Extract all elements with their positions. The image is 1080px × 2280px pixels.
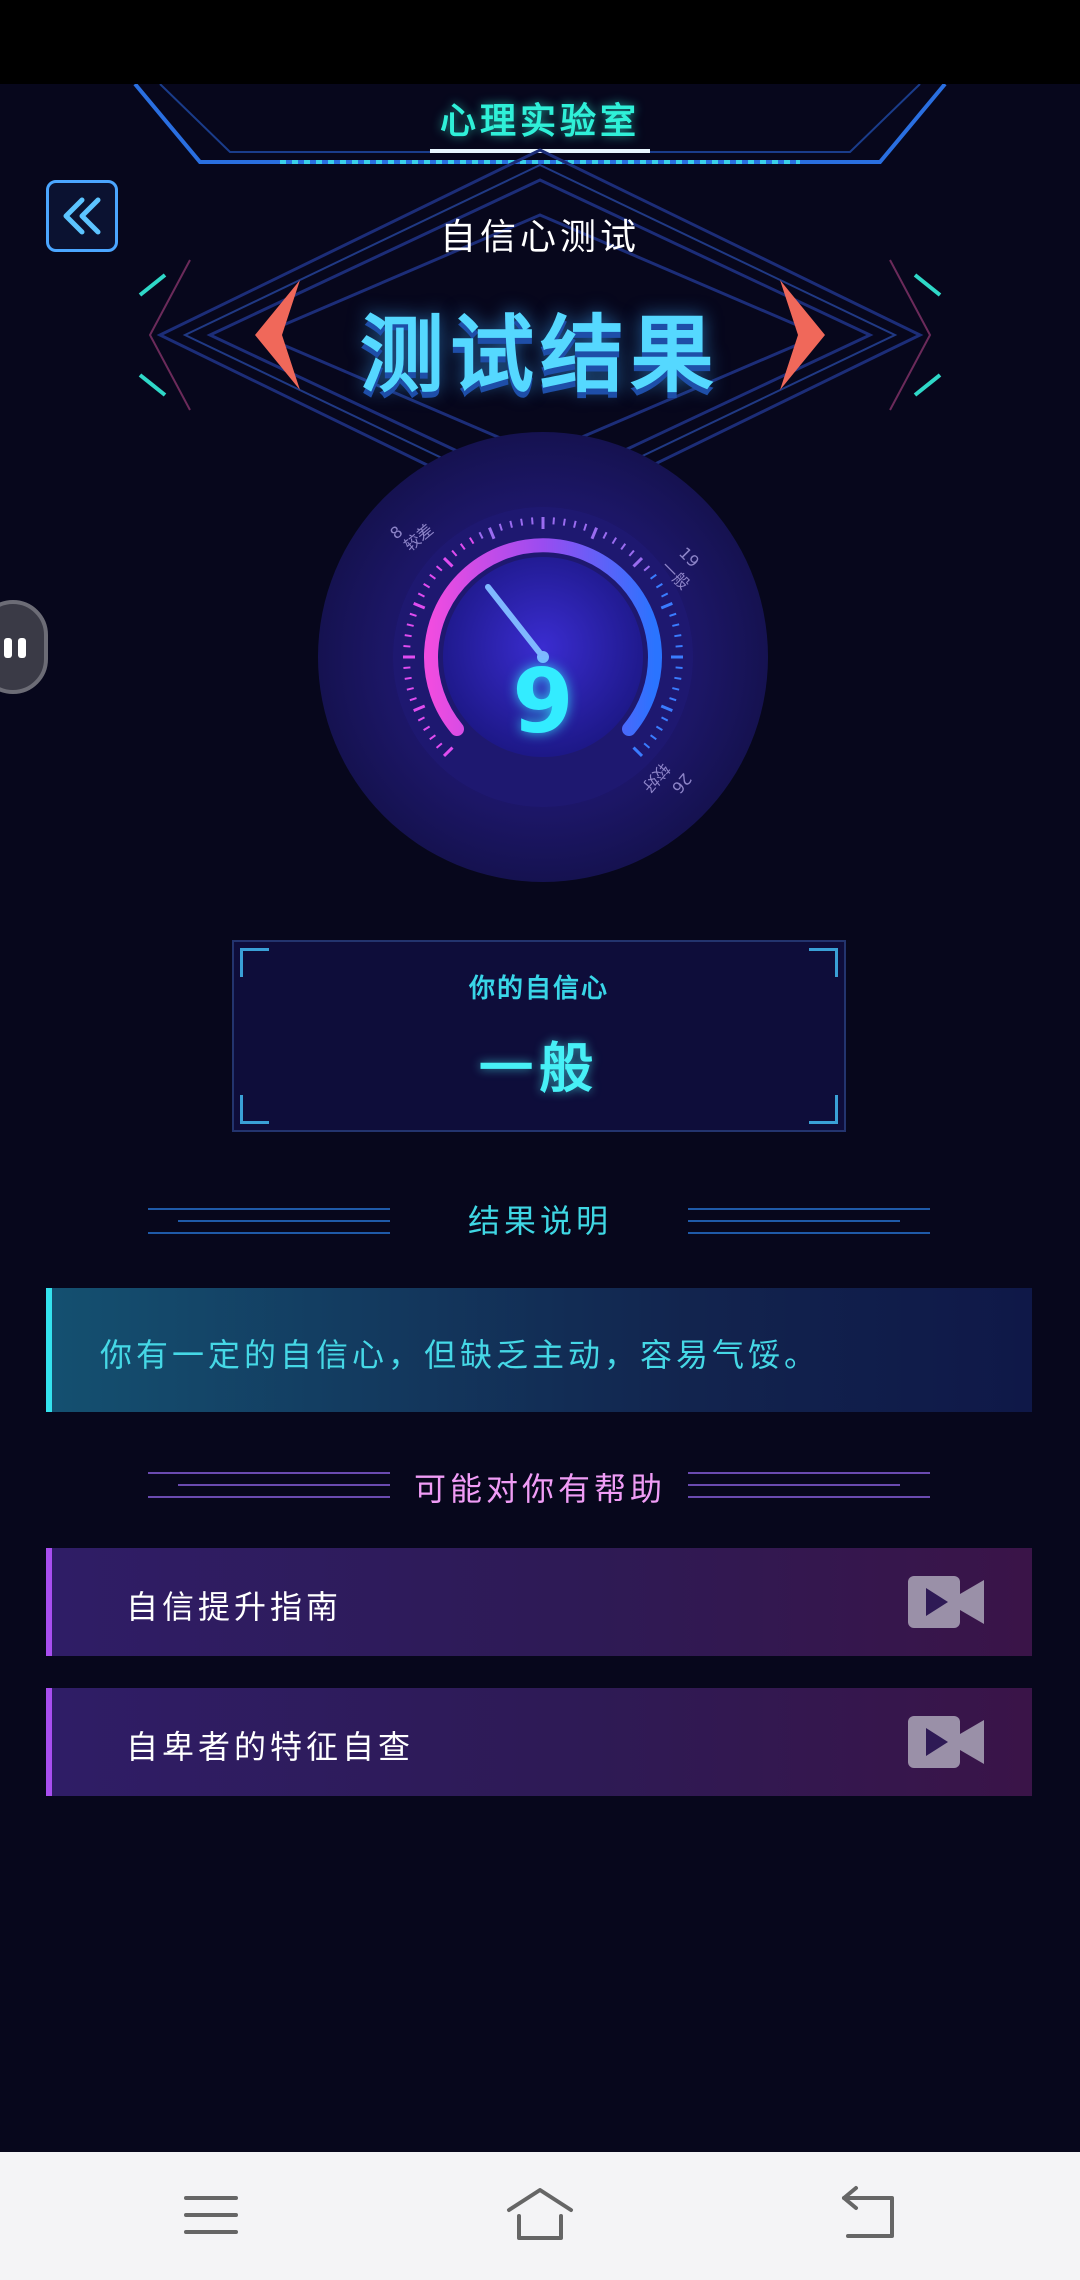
gauge-tick — [404, 634, 412, 638]
explanation-text: 你有一定的自信心，但缺乏主动，容易气馁。 — [100, 1336, 821, 1374]
gauge-tick — [562, 518, 566, 526]
level-label: 你的自信心 — [468, 974, 609, 1004]
gauge-tick — [403, 645, 411, 648]
system-nav-bar — [0, 2152, 1080, 2280]
pause-bar — [4, 638, 12, 658]
video-icon — [908, 1716, 984, 1768]
gauge-tick — [520, 518, 524, 526]
help-heading: 可能对你有帮助 — [413, 1470, 666, 1508]
help-item-label: 自信提升指南 — [126, 1588, 343, 1626]
gauge-tick — [674, 634, 682, 638]
result-heading: 测试结果 — [359, 306, 720, 404]
app-title: 心理实验室 — [439, 101, 640, 142]
pause-bar — [18, 638, 26, 658]
help-item-confidence-guide[interactable]: 自信提升指南 — [46, 1548, 1032, 1656]
test-name: 自信心测试 — [439, 217, 640, 258]
explanation-heading: 结果说明 — [467, 1202, 612, 1240]
home-icon[interactable] — [505, 2180, 575, 2250]
help-item-label: 自卑者的特征自查 — [126, 1728, 415, 1766]
score-value: 9 — [512, 650, 574, 753]
gauge-tick — [531, 517, 534, 525]
gauge-tick — [675, 645, 683, 648]
status-bar — [0, 0, 1080, 84]
video-icon — [908, 1576, 984, 1628]
floating-assistant-button[interactable] — [0, 600, 48, 694]
back-icon[interactable] — [834, 2180, 904, 2250]
menu-icon[interactable] — [176, 2180, 246, 2250]
level-value: 一般 — [479, 1037, 599, 1100]
gauge-tick — [552, 517, 555, 525]
help-item-self-check[interactable]: 自卑者的特征自查 — [46, 1688, 1032, 1796]
